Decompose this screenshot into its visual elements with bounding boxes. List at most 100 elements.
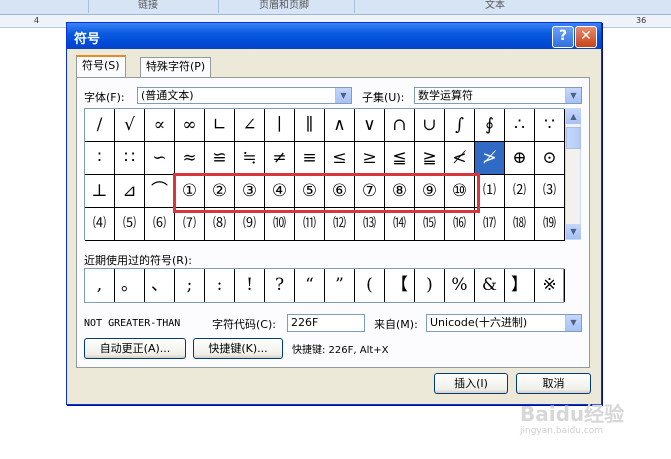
recent-symbol-cell[interactable]: ! [235, 269, 265, 302]
symbol-cell[interactable]: ⑦ [355, 175, 385, 208]
recent-symbol-cell[interactable]: 。 [115, 269, 145, 302]
symbol-cell[interactable]: ≌ [205, 142, 235, 175]
symbol-cell[interactable]: ∮ [475, 109, 505, 142]
symbol-cell[interactable]: ⑷ [85, 208, 115, 241]
symbol-cell[interactable]: ⊿ [115, 175, 145, 208]
scroll-thumb[interactable] [566, 127, 581, 149]
symbol-cell[interactable]: ∵ [535, 109, 565, 142]
symbol-cell[interactable]: ∠ [235, 109, 265, 142]
chevron-down-icon[interactable]: ▼ [565, 315, 581, 331]
symbol-cell[interactable]: ⑤ [295, 175, 325, 208]
symbol-cell[interactable]: ∥ [295, 109, 325, 142]
close-button[interactable]: ✕ [575, 26, 597, 48]
symbol-cell[interactable]: ∴ [505, 109, 535, 142]
symbol-grid-scrollbar[interactable]: ▲ ▼ [565, 108, 581, 240]
ribbon-group-text[interactable]: 文本 [354, 0, 635, 13]
symbol-cell[interactable]: ≧ [415, 142, 445, 175]
char-code-input[interactable]: 226F [287, 314, 365, 332]
recent-symbol-cell[interactable]: ? [265, 269, 295, 302]
recent-symbol-cell[interactable]: ) [415, 269, 445, 302]
recent-symbol-cell[interactable]: , [85, 269, 115, 302]
symbol-cell[interactable]: ⒅ [505, 208, 535, 241]
recent-symbol-cell[interactable]: “ [295, 269, 325, 302]
symbol-cell[interactable]: ∝ [145, 109, 175, 142]
symbol-cell[interactable]: ⑧ [385, 175, 415, 208]
subset-select[interactable]: 数学运算符 ▼ [414, 87, 582, 104]
scroll-down-icon[interactable]: ▼ [566, 224, 581, 239]
symbol-cell[interactable]: ∫ [445, 109, 475, 142]
symbol-cell[interactable]: ④ [265, 175, 295, 208]
recent-symbol-cell[interactable]: ※ [535, 269, 565, 302]
help-button[interactable]: ? [552, 26, 574, 48]
symbol-cell[interactable]: ⑩ [445, 175, 475, 208]
symbol-cell[interactable]: ⒃ [445, 208, 475, 241]
shortcut-key-button[interactable]: 快捷键(K)... [193, 338, 283, 359]
symbol-cell[interactable]: ≡ [295, 142, 325, 175]
chevron-down-icon[interactable]: ▼ [565, 88, 581, 103]
symbol-cell[interactable]: ⒁ [385, 208, 415, 241]
symbol-cell[interactable]: ⑾ [295, 208, 325, 241]
recent-symbols-row[interactable]: ,。、;:!? “”(【)% &】 ※ [84, 268, 565, 303]
symbol-cell[interactable]: ⒆ [535, 208, 565, 241]
symbol-cell[interactable]: ② [205, 175, 235, 208]
symbol-cell[interactable]: ⑻ [205, 208, 235, 241]
symbol-cell[interactable]: ⒀ [355, 208, 385, 241]
symbol-cell[interactable]: ⑹ [145, 208, 175, 241]
symbol-cell[interactable]: ∟ [205, 109, 235, 142]
recent-symbol-cell[interactable]: 【 [385, 269, 415, 302]
symbol-cell[interactable]: ≮ [445, 142, 475, 175]
symbol-cell[interactable]: ∪ [415, 109, 445, 142]
symbol-cell[interactable]: ⊕ [505, 142, 535, 175]
symbol-cell[interactable]: ⑺ [175, 208, 205, 241]
symbol-cell[interactable]: ∷ [115, 142, 145, 175]
symbol-cell[interactable]: ≤ [325, 142, 355, 175]
symbol-cell[interactable]: ∩ [385, 109, 415, 142]
symbol-cell[interactable]: ∽ [145, 142, 175, 175]
symbol-cell[interactable]: ⑸ [115, 208, 145, 241]
ribbon-group-links[interactable]: 链接 [88, 0, 207, 13]
symbol-cell[interactable]: ⑥ [325, 175, 355, 208]
symbol-cell[interactable]: ③ [235, 175, 265, 208]
recent-symbol-cell[interactable]: ” [325, 269, 355, 302]
recent-symbol-cell[interactable]: & [475, 269, 505, 302]
symbol-cell[interactable]: ⑼ [235, 208, 265, 241]
symbol-grid[interactable]: / √ ∝ ∞ ∟ ∠ ∣ ∥ ∧ ∨ ∩ ∪ ∫ ∮ ∴ ∵ ∶ ∷ ∽ ≈ ≌ ≒ ≠ ≡ ≤ ≥ ≦ ≧ ≮ ≯ ⊕ ⊙ ⊥ ⊿ ⌒ ① ② ③ ④ ⑤… [84, 108, 565, 241]
symbol-cell[interactable]: ⑽ [265, 208, 295, 241]
symbol-cell[interactable]: √ [115, 109, 145, 142]
recent-symbol-cell[interactable]: ; [175, 269, 205, 302]
cancel-button[interactable]: 取消 [516, 373, 591, 394]
dialog-titlebar[interactable]: 符号 ? ✕ [67, 23, 601, 49]
symbol-cell[interactable]: ≥ [355, 142, 385, 175]
symbol-cell[interactable]: ⌒ [145, 175, 175, 208]
symbol-cell[interactable]: ∣ [265, 109, 295, 142]
recent-symbol-cell[interactable]: 、 [145, 269, 175, 302]
symbol-cell[interactable]: ⊥ [85, 175, 115, 208]
symbol-cell[interactable]: ⑶ [535, 175, 565, 208]
insert-button[interactable]: 插入(I) [434, 373, 508, 394]
recent-symbol-cell[interactable]: % [445, 269, 475, 302]
symbol-cell[interactable]: ≦ [385, 142, 415, 175]
symbol-cell[interactable]: ≒ [235, 142, 265, 175]
chevron-down-icon[interactable]: ▼ [335, 88, 351, 103]
tab-special-characters[interactable]: 特殊字符(P) [140, 57, 212, 77]
font-select[interactable]: (普通文本) ▼ [137, 87, 352, 104]
symbol-cell[interactable]: ⒂ [415, 208, 445, 241]
symbol-cell[interactable]: ⑿ [325, 208, 355, 241]
symbol-cell[interactable]: ⒄ [475, 208, 505, 241]
scroll-up-icon[interactable]: ▲ [566, 109, 581, 124]
symbol-cell[interactable]: / [85, 109, 115, 142]
symbol-cell[interactable]: ∧ [325, 109, 355, 142]
symbol-cell[interactable]: ⊙ [535, 142, 565, 175]
recent-symbol-cell[interactable]: : [205, 269, 235, 302]
symbol-cell[interactable]: ① [175, 175, 205, 208]
autocorrect-button[interactable]: 自动更正(A)... [84, 338, 186, 359]
symbol-cell[interactable]: ≈ [175, 142, 205, 175]
symbol-cell[interactable]: ∶ [85, 142, 115, 175]
tab-symbols[interactable]: 符号(S) [76, 55, 126, 79]
recent-symbol-cell[interactable]: 】 [505, 269, 535, 302]
symbol-cell[interactable]: ≯ [475, 142, 505, 175]
from-select[interactable]: Unicode(十六进制) ▼ [426, 314, 582, 332]
symbol-cell[interactable]: ⑨ [415, 175, 445, 208]
symbol-cell[interactable]: ≠ [265, 142, 295, 175]
recent-symbol-cell[interactable]: ( [355, 269, 385, 302]
